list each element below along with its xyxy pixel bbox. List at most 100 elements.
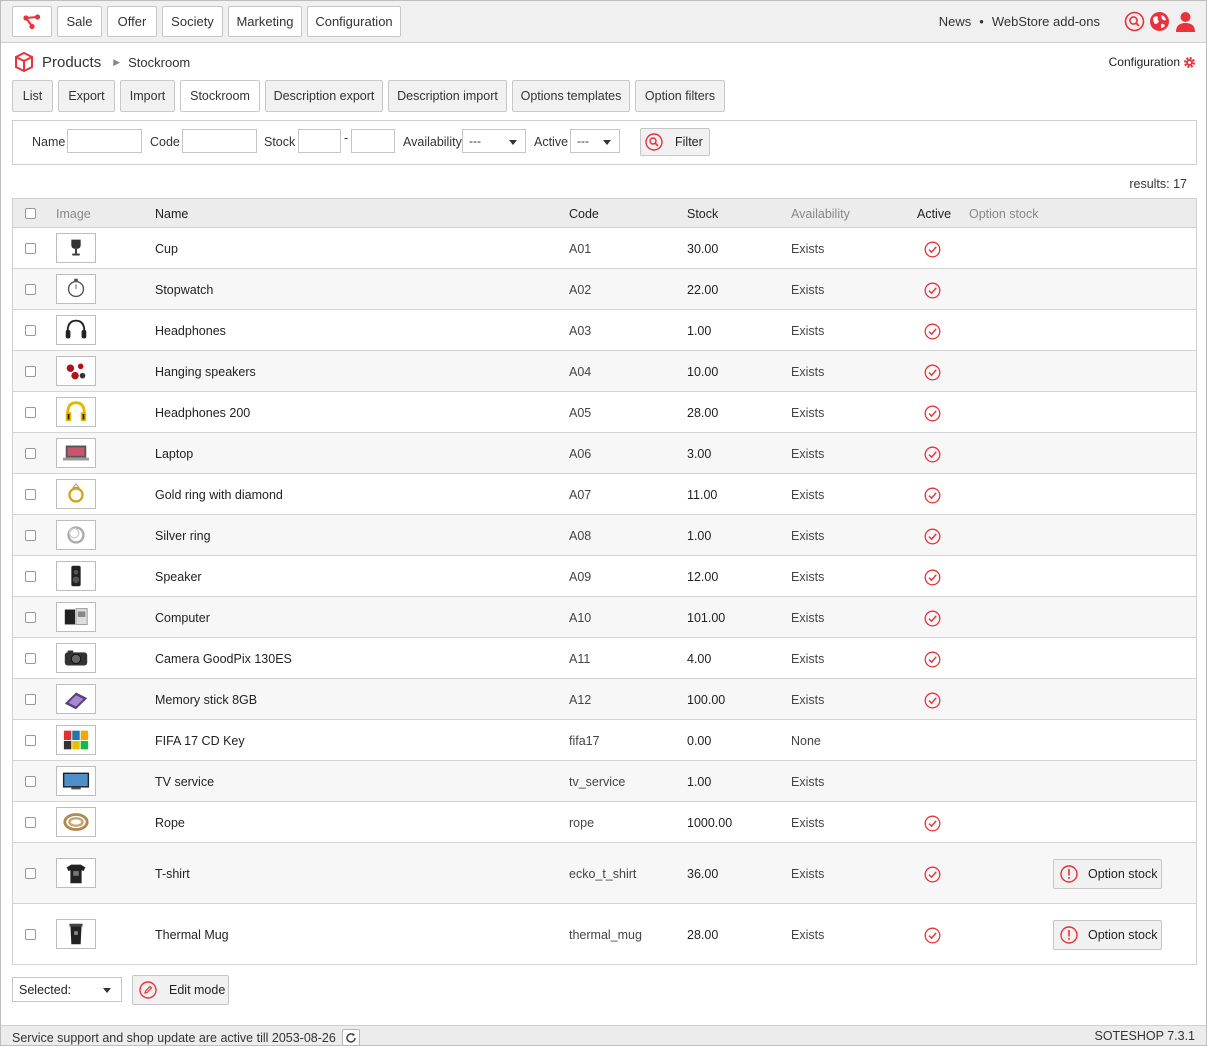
table-row[interactable]: Rope rope 1000.00 Exists [13, 802, 1196, 843]
configuration-link[interactable]: Configuration [1109, 55, 1196, 69]
nav-society[interactable]: Society [162, 6, 223, 37]
table-row[interactable]: Headphones 200 A05 28.00 Exists [13, 392, 1196, 433]
table-row[interactable]: Cup A01 30.00 Exists [13, 228, 1196, 269]
product-thumbnail[interactable] [56, 858, 96, 888]
nav-offer[interactable]: Offer [107, 6, 157, 37]
availability-select[interactable]: --- [462, 129, 526, 153]
column-active[interactable]: Active [917, 207, 951, 221]
tab-import[interactable]: Import [120, 80, 175, 112]
webstore-addons-link[interactable]: WebStore add-ons [992, 14, 1100, 29]
nav-sale[interactable]: Sale [57, 6, 102, 37]
row-checkbox[interactable] [25, 653, 36, 664]
row-checkbox[interactable] [25, 366, 36, 377]
product-thumbnail[interactable] [56, 643, 96, 673]
tab-export[interactable]: Export [58, 80, 115, 112]
active-check-icon[interactable] [924, 487, 941, 504]
product-thumbnail[interactable] [56, 479, 96, 509]
row-checkbox[interactable] [25, 448, 36, 459]
active-check-icon[interactable] [924, 241, 941, 258]
product-name[interactable]: Headphones 200 [155, 406, 250, 420]
table-row[interactable]: FIFA 17 CD Key fifa17 0.00 None [13, 720, 1196, 761]
product-thumbnail[interactable] [56, 356, 96, 386]
product-thumbnail[interactable] [56, 919, 96, 949]
code-filter-input[interactable] [182, 129, 257, 153]
product-thumbnail[interactable] [56, 438, 96, 468]
product-name[interactable]: Cup [155, 242, 178, 256]
table-row[interactable]: Headphones A03 1.00 Exists [13, 310, 1196, 351]
row-checkbox[interactable] [25, 868, 36, 879]
product-thumbnail[interactable] [56, 233, 96, 263]
user-icon[interactable] [1175, 11, 1196, 32]
bulk-action-select[interactable]: Selected: [12, 977, 122, 1002]
table-row[interactable]: T-shirt ecko_t_shirt 36.00 Exists Option sto… [13, 843, 1196, 904]
product-name[interactable]: Hanging speakers [155, 365, 256, 379]
product-thumbnail[interactable] [56, 274, 96, 304]
row-checkbox[interactable] [25, 694, 36, 705]
product-thumbnail[interactable] [56, 397, 96, 427]
product-name[interactable]: Gold ring with diamond [155, 488, 283, 502]
tab-option-filters[interactable]: Option filters [635, 80, 725, 112]
active-check-icon[interactable] [924, 866, 941, 883]
table-row[interactable]: Memory stick 8GB A12 100.00 Exists [13, 679, 1196, 720]
product-name[interactable]: Memory stick 8GB [155, 693, 257, 707]
table-row[interactable]: Camera GoodPix 130ES A11 4.00 Exists [13, 638, 1196, 679]
table-row[interactable]: Gold ring with diamond A07 11.00 Exists [13, 474, 1196, 515]
product-name[interactable]: Thermal Mug [155, 928, 229, 942]
active-check-icon[interactable] [924, 323, 941, 340]
active-check-icon[interactable] [924, 446, 941, 463]
table-row[interactable]: Stopwatch A02 22.00 Exists [13, 269, 1196, 310]
active-check-icon[interactable] [924, 610, 941, 627]
product-name[interactable]: Headphones [155, 324, 226, 338]
product-name[interactable]: Rope [155, 816, 185, 830]
product-thumbnail[interactable] [56, 561, 96, 591]
refresh-button[interactable] [341, 1029, 360, 1046]
product-name[interactable]: Stopwatch [155, 283, 213, 297]
home-logo-button[interactable] [12, 6, 52, 37]
table-row[interactable]: Laptop A06 3.00 Exists [13, 433, 1196, 474]
product-thumbnail[interactable] [56, 602, 96, 632]
tab-description-import[interactable]: Description import [388, 80, 507, 112]
tab-stockroom[interactable]: Stockroom [180, 80, 260, 112]
stock-from-input[interactable] [298, 129, 341, 153]
filter-button[interactable]: Filter [640, 128, 710, 156]
select-all-checkbox[interactable] [25, 208, 36, 219]
active-check-icon[interactable] [924, 282, 941, 299]
row-checkbox[interactable] [25, 243, 36, 254]
option-stock-button[interactable]: Option stock [1053, 859, 1162, 889]
active-check-icon[interactable] [924, 651, 941, 668]
product-name[interactable]: Computer [155, 611, 210, 625]
column-stock[interactable]: Stock [687, 207, 718, 221]
active-check-icon[interactable] [924, 528, 941, 545]
name-filter-input[interactable] [67, 129, 142, 153]
product-name[interactable]: Speaker [155, 570, 202, 584]
active-check-icon[interactable] [924, 815, 941, 832]
nav-marketing[interactable]: Marketing [228, 6, 302, 37]
product-thumbnail[interactable] [56, 684, 96, 714]
active-check-icon[interactable] [924, 569, 941, 586]
table-row[interactable]: Silver ring A08 1.00 Exists [13, 515, 1196, 556]
tab-options-templates[interactable]: Options templates [512, 80, 630, 112]
table-row[interactable]: Speaker A09 12.00 Exists [13, 556, 1196, 597]
column-name[interactable]: Name [155, 207, 188, 221]
active-check-icon[interactable] [924, 927, 941, 944]
product-name[interactable]: Silver ring [155, 529, 211, 543]
row-checkbox[interactable] [25, 929, 36, 940]
product-thumbnail[interactable] [56, 315, 96, 345]
row-checkbox[interactable] [25, 325, 36, 336]
row-checkbox[interactable] [25, 407, 36, 418]
row-checkbox[interactable] [25, 735, 36, 746]
option-stock-button[interactable]: Option stock [1053, 920, 1162, 950]
row-checkbox[interactable] [25, 530, 36, 541]
product-thumbnail[interactable] [56, 766, 96, 796]
stock-to-input[interactable] [351, 129, 395, 153]
table-row[interactable]: TV service tv_service 1.00 Exists [13, 761, 1196, 802]
table-row[interactable]: Computer A10 101.00 Exists [13, 597, 1196, 638]
edit-mode-button[interactable]: Edit mode [132, 975, 229, 1005]
product-name[interactable]: T-shirt [155, 867, 190, 881]
active-check-icon[interactable] [924, 405, 941, 422]
product-name[interactable]: Laptop [155, 447, 193, 461]
tab-description-export[interactable]: Description export [265, 80, 383, 112]
row-checkbox[interactable] [25, 489, 36, 500]
row-checkbox[interactable] [25, 571, 36, 582]
page-title[interactable]: Products [42, 54, 101, 71]
